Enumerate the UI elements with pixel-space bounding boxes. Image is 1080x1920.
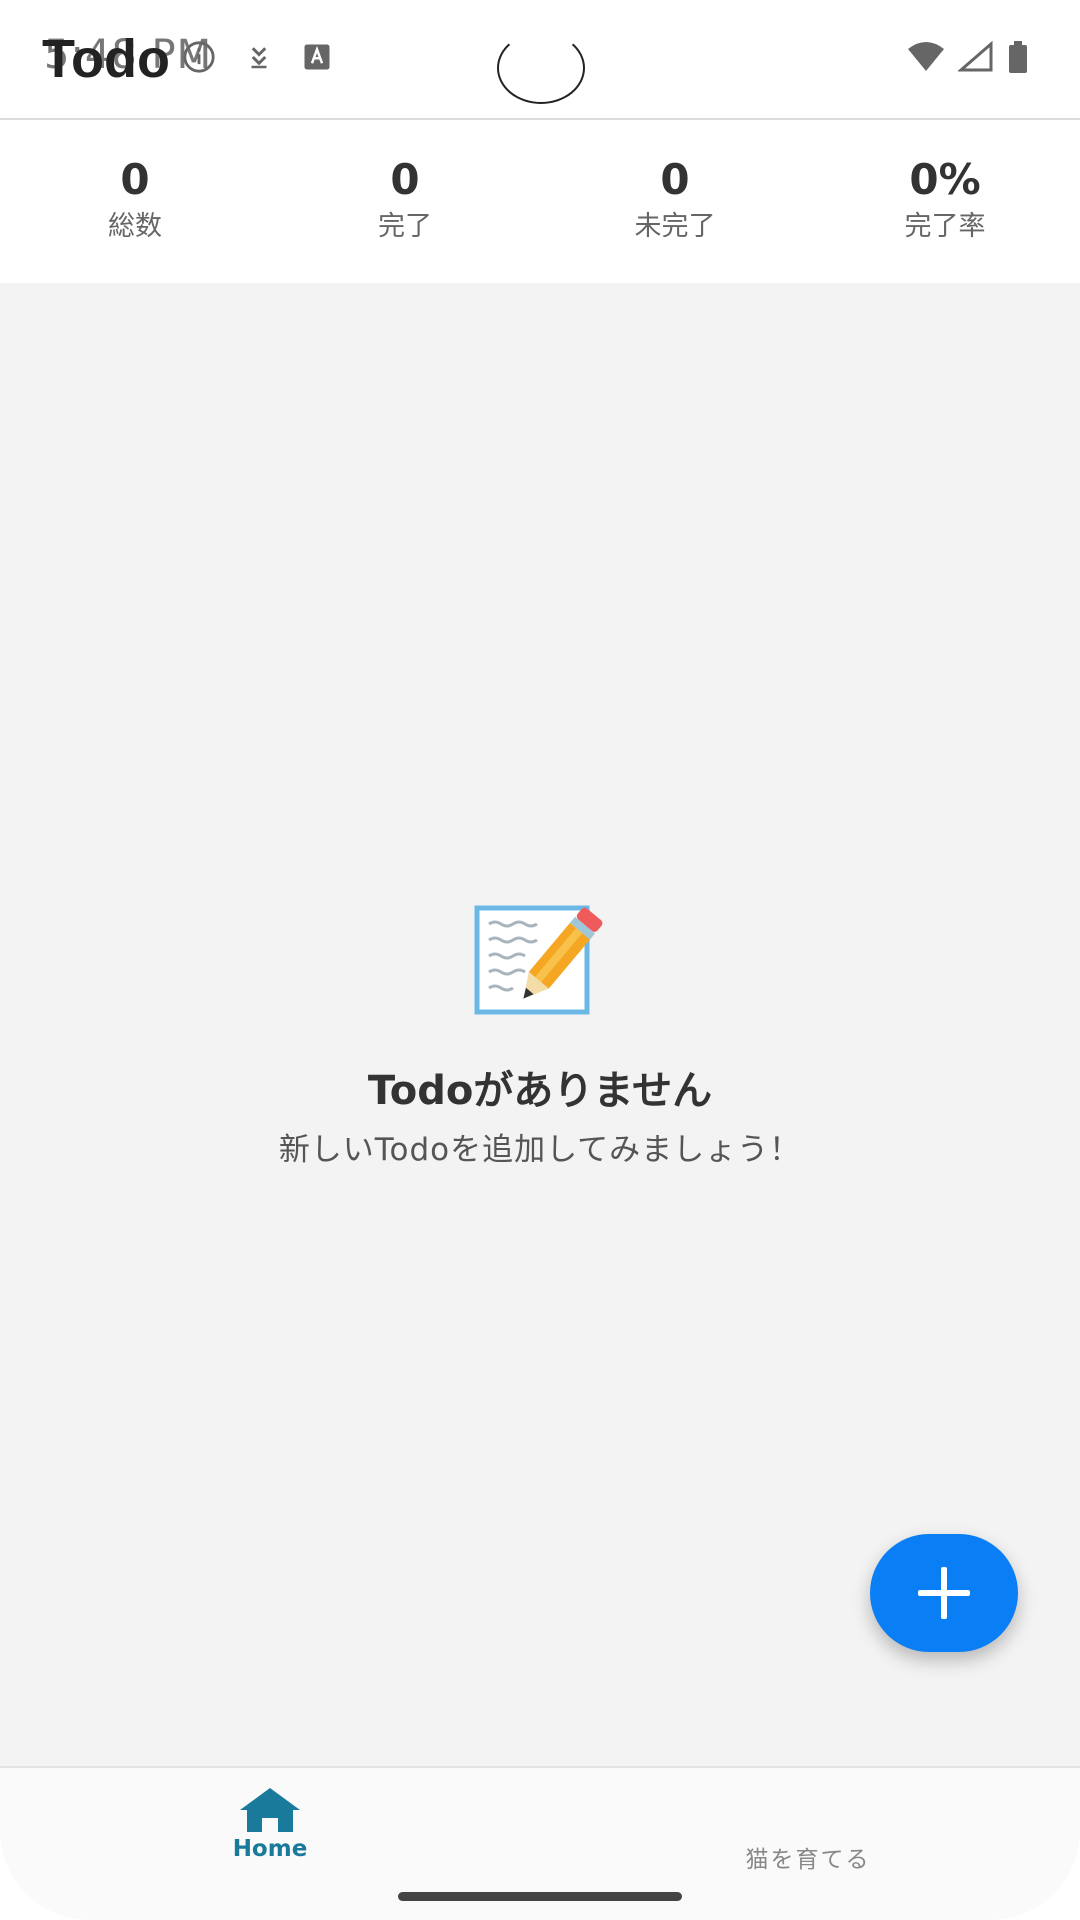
stat-label: 完了率 [904, 211, 986, 242]
home-indicator[interactable] [398, 1892, 682, 1901]
stat-incomplete: 0 未完了 [540, 120, 810, 283]
battery-icon [1006, 40, 1030, 78]
add-todo-button[interactable] [870, 1534, 1018, 1652]
stat-value: 0 [390, 155, 420, 204]
stat-completed: 0 完了 [270, 120, 540, 283]
phone-screen: 5:48 PM Todo 0 総数 0 完了 0 未完了 0% 完了率 Todo… [0, 0, 1080, 1920]
stat-value: 0% [909, 155, 981, 204]
signal-icon [956, 40, 994, 77]
home-icon [240, 1788, 300, 1832]
wifi-icon [906, 41, 946, 77]
empty-state-title: Todoがありません [367, 1068, 713, 1114]
stat-value: 0 [660, 155, 690, 204]
nav-item-cat[interactable]: 猫を育てる [658, 1840, 958, 1874]
memo-pencil-icon [474, 905, 603, 1015]
stat-value: 0 [120, 155, 150, 204]
camera-cutout [497, 32, 585, 104]
stats-bar: 0 総数 0 完了 0 未完了 0% 完了率 [0, 120, 1080, 283]
stat-total: 0 総数 [0, 120, 270, 283]
empty-state-subtitle: 新しいTodoを追加してみましょう！ [278, 1132, 802, 1168]
status-icons-left [182, 40, 332, 74]
nav-item-home[interactable]: Home [120, 1786, 420, 1862]
stat-label: 未完了 [634, 211, 716, 242]
plus-icon [918, 1567, 970, 1619]
info-icon [182, 40, 216, 74]
font-icon [302, 42, 332, 72]
nav-label-cat: 猫を育てる [745, 1847, 871, 1873]
app-header: 5:48 PM Todo [0, 0, 1080, 120]
stat-label: 総数 [108, 211, 162, 242]
stat-label: 完了 [378, 211, 432, 242]
download-icon [244, 42, 274, 72]
status-icons-right [906, 40, 1030, 78]
nav-label-home: Home [232, 1836, 308, 1862]
stat-completion-rate: 0% 完了率 [810, 120, 1080, 283]
empty-state: Todoがありません 新しいTodoを追加してみましょう！ [0, 900, 1080, 1170]
page-title: Todo [42, 29, 170, 89]
